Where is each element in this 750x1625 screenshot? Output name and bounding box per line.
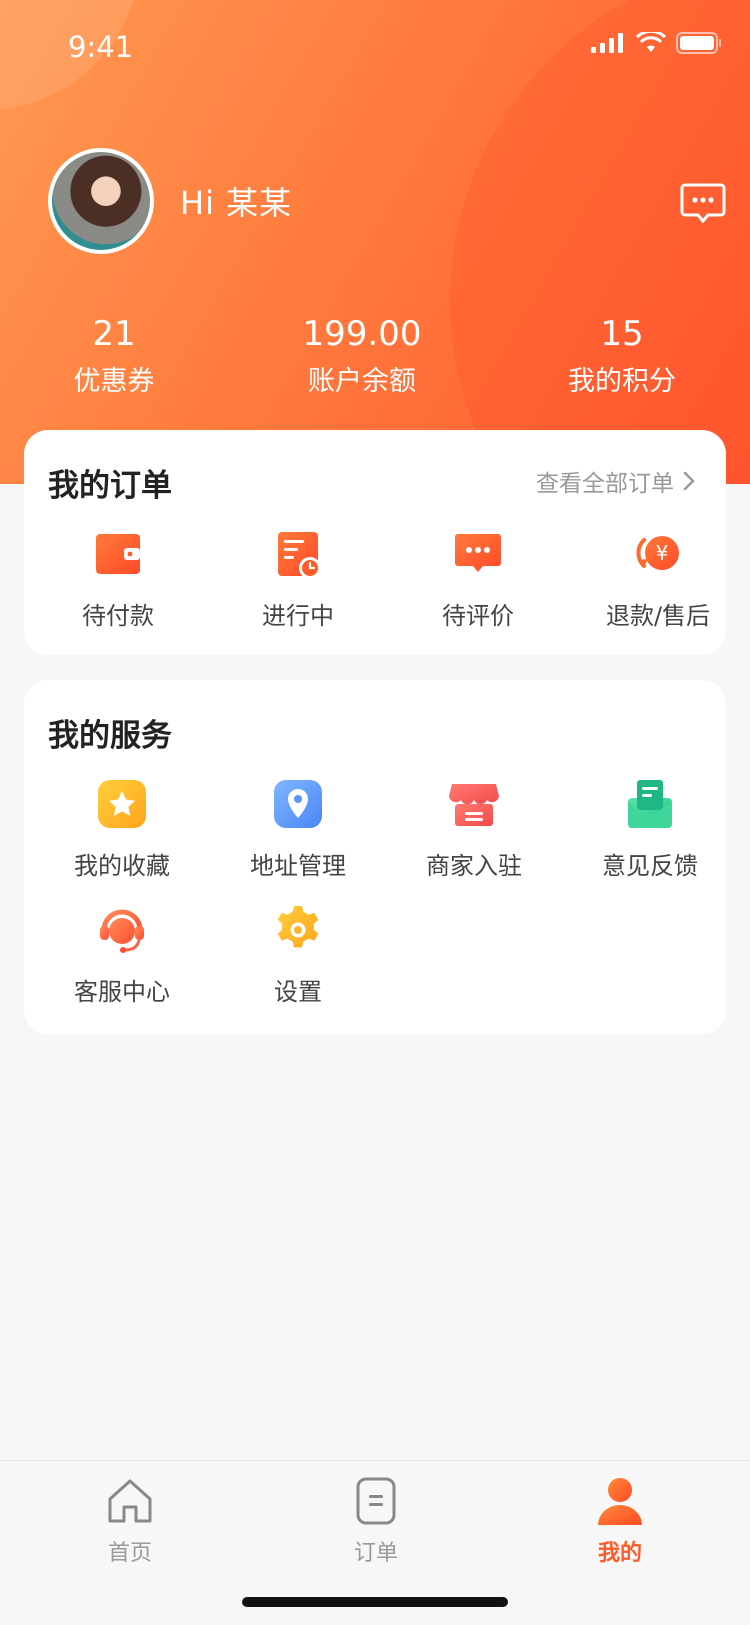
view-all-label: 查看全部订单 bbox=[536, 471, 674, 497]
wallet-icon bbox=[96, 534, 140, 574]
service-settings[interactable]: 设置 bbox=[210, 902, 386, 1007]
service-favorites[interactable]: 我的收藏 bbox=[34, 776, 210, 881]
battery-icon bbox=[676, 32, 721, 54]
stat-value: 199.00 bbox=[302, 314, 422, 354]
status-icons bbox=[590, 32, 722, 54]
order-item-label: 待付款 bbox=[82, 602, 154, 630]
services-title: 我的服务 bbox=[48, 718, 172, 754]
order-pending-payment[interactable]: 待付款 bbox=[30, 526, 206, 631]
service-item-label: 商家入驻 bbox=[426, 852, 522, 880]
tab-label: 订单 bbox=[353, 1541, 398, 1566]
stat-balance[interactable]: 199.00 账户余额 bbox=[272, 312, 452, 404]
orders-card: 我的订单 查看全部订单 待付款 进行中 待评价 ¥ 退款/售后 bbox=[24, 430, 726, 655]
order-icon bbox=[356, 1477, 396, 1525]
stat-label: 优惠券 bbox=[73, 366, 155, 397]
service-item-label: 设置 bbox=[274, 978, 322, 1006]
wifi-icon bbox=[636, 32, 666, 52]
order-refund[interactable]: ¥ 退款/售后 bbox=[570, 526, 746, 631]
stat-coupons[interactable]: 21 优惠券 bbox=[24, 312, 204, 404]
order-progress-icon bbox=[278, 532, 321, 579]
signal-icon bbox=[591, 33, 623, 53]
store-icon bbox=[449, 784, 499, 826]
headset-icon bbox=[100, 909, 144, 953]
tab-orders[interactable]: 订单 bbox=[316, 1475, 436, 1567]
person-icon bbox=[598, 1478, 642, 1525]
service-address[interactable]: 地址管理 bbox=[210, 776, 386, 881]
order-item-label: 退款/售后 bbox=[605, 602, 711, 630]
stat-points[interactable]: 15 我的积分 bbox=[532, 312, 712, 404]
avatar[interactable] bbox=[48, 148, 154, 254]
stat-value: 15 bbox=[600, 314, 644, 354]
chevron-right-icon bbox=[683, 471, 695, 491]
comment-icon bbox=[455, 534, 501, 572]
star-icon bbox=[98, 780, 146, 828]
orders-title: 我的订单 bbox=[48, 468, 172, 504]
stat-label: 我的积分 bbox=[568, 366, 676, 397]
service-item-label: 地址管理 bbox=[250, 852, 346, 880]
order-pending-review[interactable]: 待评价 bbox=[390, 526, 566, 631]
chat-bubble-icon bbox=[680, 183, 726, 224]
tab-label: 首页 bbox=[107, 1541, 152, 1566]
home-icon bbox=[108, 1479, 152, 1523]
service-feedback[interactable]: 意见反馈 bbox=[562, 776, 738, 881]
services-card: 我的服务 我的收藏 地址管理 商家入驻 意见反馈 客服中心 设置 bbox=[24, 680, 726, 1034]
gear-icon bbox=[277, 906, 319, 948]
order-item-label: 进行中 bbox=[262, 602, 334, 630]
order-in-progress[interactable]: 进行中 bbox=[210, 526, 386, 631]
stat-label: 账户余额 bbox=[308, 366, 416, 397]
service-customer-center[interactable]: 客服中心 bbox=[34, 902, 210, 1007]
service-item-label: 客服中心 bbox=[74, 978, 170, 1006]
status-time: 9:41 bbox=[68, 30, 134, 64]
svg-text:¥: ¥ bbox=[656, 541, 669, 565]
tab-home[interactable]: 首页 bbox=[70, 1475, 190, 1567]
tab-mine[interactable]: 我的 bbox=[560, 1475, 680, 1567]
profile-header: 9:41 Hi 某某 21 优惠券 199.00 账户余额 15 我的积分 bbox=[0, 0, 750, 484]
location-icon bbox=[274, 780, 322, 828]
user-greeting: Hi 某某 bbox=[180, 184, 293, 222]
order-item-label: 待评价 bbox=[442, 602, 514, 630]
home-indicator bbox=[242, 1597, 508, 1607]
view-all-orders-link[interactable]: 查看全部订单 bbox=[536, 464, 696, 498]
stat-value: 21 bbox=[92, 314, 136, 354]
message-button[interactable] bbox=[680, 182, 726, 228]
tab-label: 我的 bbox=[597, 1541, 642, 1566]
service-item-label: 我的收藏 bbox=[74, 852, 170, 880]
feedback-icon bbox=[628, 780, 672, 828]
refund-icon: ¥ bbox=[636, 536, 679, 570]
service-merchant-join[interactable]: 商家入驻 bbox=[386, 776, 562, 881]
service-item-label: 意见反馈 bbox=[602, 852, 698, 880]
